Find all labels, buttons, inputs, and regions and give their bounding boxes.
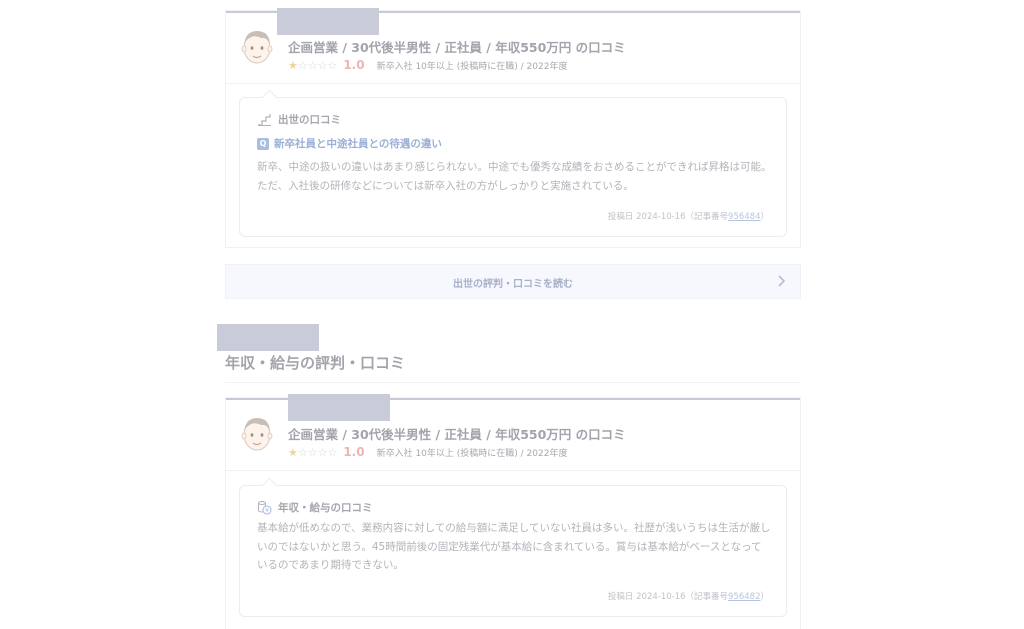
review-text: 新卒、中途の扱いの違いはあまり感じられない。中途でも優秀な成績をおさめることがで… [257,161,772,192]
posted-date: 投稿日 2024-10-16（記事番号 [607,212,729,222]
review-category: ¥ 年収・給与の口コミ [257,500,373,515]
question-row: Q 新卒社員と中途社員との待遇の違い [257,136,442,151]
redacted-block [217,324,319,351]
star-rating-icons: ★☆☆☆☆ [288,58,338,72]
coins-icon: ¥ [258,501,272,515]
section-heading: 年収・給与の評判・口コミ [225,354,406,372]
review-category: 出世の口コミ [257,112,341,127]
reviewer-meta: 新卒入社 10年以上 (投稿時に在職) / 2022年度 [376,61,568,72]
category-label: 年収・給与の口コミ [278,502,373,514]
read-more-label: 出世の評判・口コミを読む [453,279,573,290]
chevron-right-icon [778,275,786,287]
question-badge: Q [257,137,269,150]
svg-text:¥: ¥ [265,508,269,515]
review-title: 企画営業 / 30代後半男性 / 正社員 / 年収550万円 の口コミ [288,427,626,442]
review-body-box: 出世の口コミ Q 新卒社員と中途社員との待遇の違い 新卒、中途の扱いの違いはあま… [239,89,787,237]
posted-info: 投稿日 2024-10-16（記事番号956484） [608,210,769,222]
review-card: 企画営業 / 30代後半男性 / 正社員 / 年収550万円 の口コミ ★☆☆☆… [225,10,801,248]
question-text: 新卒社員と中途社員との待遇の違い [274,138,442,150]
ladder-icon [258,114,271,126]
section-divider [225,382,801,383]
redacted-block [277,8,379,35]
review-body-box: ¥ 年収・給与の口コミ 基本給が低めなので、業務内容に対しての給与額に満足してい… [239,477,787,617]
speech-pointer [261,477,278,494]
speech-pointer [261,89,278,106]
rating-row: ★☆☆☆☆ 1.0 新卒入社 10年以上 (投稿時に在職) / 2022年度 [288,444,567,460]
review-text: 基本給が低めなので、業務内容に対しての給与額に満足していない社員は多い。社歴が浅… [257,522,771,571]
posted-suffix: ） [760,592,769,602]
posted-info: 投稿日 2024-10-16（記事番号956482） [608,590,769,602]
reviewer-meta: 新卒入社 10年以上 (投稿時に在職) / 2022年度 [376,448,568,459]
read-more-button[interactable]: 出世の評判・口コミを読む [225,264,801,299]
review-card: 企画営業 / 30代後半男性 / 正社員 / 年収550万円 の口コミ ★☆☆☆… [225,397,801,629]
star-rating-icons: ★☆☆☆☆ [288,445,338,459]
article-number-link[interactable]: 956484 [728,212,760,222]
rating-row: ★☆☆☆☆ 1.0 新卒入社 10年以上 (投稿時に在職) / 2022年度 [288,57,567,73]
article-number-link[interactable]: 956482 [728,592,760,602]
rating-value: 1.0 [343,445,365,459]
review-title: 企画営業 / 30代後半男性 / 正社員 / 年収550万円 の口コミ [288,40,626,55]
redacted-block [288,394,390,421]
rating-value: 1.0 [343,58,365,72]
posted-date: 投稿日 2024-10-16（記事番号 [607,592,729,602]
avatar [241,31,273,64]
category-label: 出世の口コミ [278,114,341,126]
avatar [241,418,273,451]
posted-suffix: ） [760,212,769,222]
page: 企画営業 / 30代後半男性 / 正社員 / 年収550万円 の口コミ ★☆☆☆… [0,0,1024,629]
